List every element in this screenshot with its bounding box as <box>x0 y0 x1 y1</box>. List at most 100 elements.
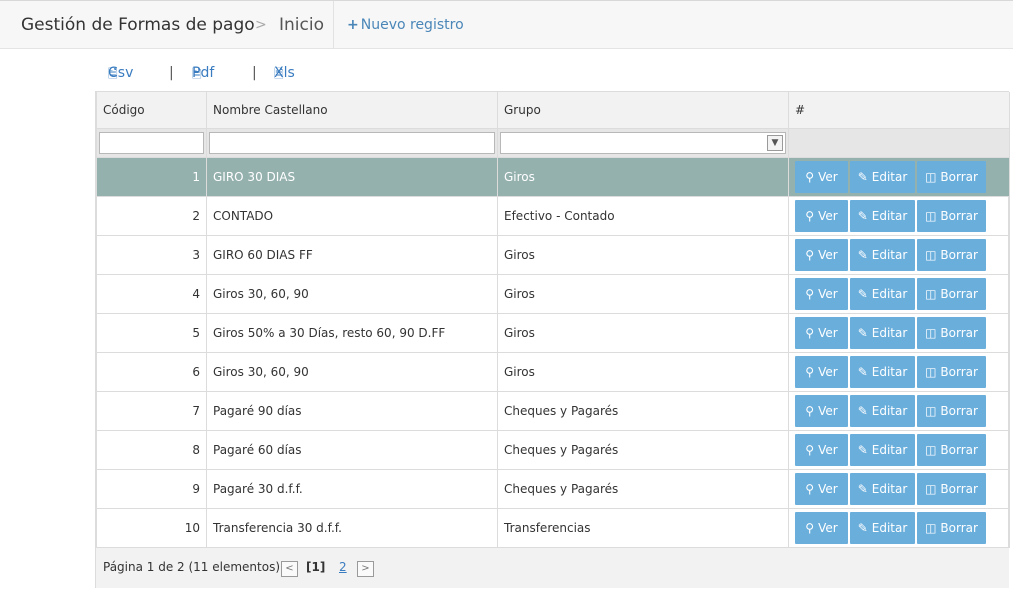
search-icon: ⚲ <box>805 520 815 535</box>
cell-codigo: 5 <box>96 312 207 353</box>
view-label: Ver <box>818 286 838 301</box>
edit-button[interactable]: ✎ Editar <box>850 199 915 232</box>
edit-label: Editar <box>871 247 908 262</box>
view-label: Ver <box>818 169 838 184</box>
table-row[interactable]: 8 Pagaré 60 días Cheques y Pagarés ⚲ Ver ✎ Edi… <box>96 429 1010 470</box>
view-button[interactable]: ⚲ Ver <box>795 160 848 193</box>
header-row: Código Nombre Castellano Grupo # <box>96 92 1010 129</box>
edit-button[interactable]: ✎ Editar <box>850 472 915 505</box>
edit-button[interactable]: ✎ Editar <box>850 394 915 427</box>
filter-grupo-select[interactable]: ▼ <box>500 131 786 154</box>
trash-icon: ◫ <box>925 481 937 496</box>
plus-icon: + <box>347 17 359 33</box>
delete-button[interactable]: ◫ Borrar <box>917 355 986 388</box>
chevron-down-icon[interactable]: ▼ <box>767 134 783 151</box>
cell-codigo: 1 <box>96 156 207 197</box>
edit-label: Editar <box>871 364 908 379</box>
delete-button[interactable]: ◫ Borrar <box>917 394 986 427</box>
search-icon: ⚲ <box>805 247 815 262</box>
edit-button[interactable]: ✎ Editar <box>850 355 915 388</box>
trash-icon: ◫ <box>925 520 937 535</box>
table-row[interactable]: 10 Transferencia 30 d.f.f. Transferencias ⚲… <box>96 507 1010 548</box>
view-button[interactable]: ⚲ Ver <box>795 394 848 427</box>
table-row[interactable]: 6 Giros 30, 60, 90 Giros ⚲ Ver ✎ Editar ◫ Borrar <box>96 351 1010 392</box>
column-header-nombre[interactable]: Nombre Castellano <box>206 92 498 129</box>
view-button[interactable]: ⚲ Ver <box>795 199 848 232</box>
search-icon: ⚲ <box>805 208 815 223</box>
view-button[interactable]: ⚲ Ver <box>795 433 848 466</box>
edit-label: Editar <box>871 403 908 418</box>
edit-label: Editar <box>871 442 908 457</box>
filter-codigo-input[interactable] <box>99 131 204 154</box>
cell-grupo: Cheques y Pagarés <box>497 468 789 509</box>
column-header-actions: # <box>788 92 1010 129</box>
delete-button[interactable]: ◫ Borrar <box>917 433 986 466</box>
export-csv-label: Csv <box>108 65 134 81</box>
edit-button[interactable]: ✎ Editar <box>850 277 915 310</box>
table-row[interactable]: 3 GIRO 60 DIAS FF Giros ⚲ Ver ✎ Editar ◫ Borrar <box>96 234 1010 275</box>
table-row[interactable]: 1 GIRO 30 DIAS Giros ⚲ Ver ✎ Editar ◫ Borrar <box>96 156 1010 197</box>
column-header-codigo[interactable]: Código <box>96 92 207 129</box>
cell-nombre: CONTADO <box>206 195 498 236</box>
pencil-icon: ✎ <box>857 325 868 340</box>
cell-codigo: 4 <box>96 273 207 314</box>
delete-label: Borrar <box>940 169 978 184</box>
view-label: Ver <box>818 325 838 340</box>
delete-label: Borrar <box>940 325 978 340</box>
cell-grupo: Transferencias <box>497 507 789 548</box>
breadcrumb-inicio[interactable]: Inicio <box>279 15 324 35</box>
cell-actions: ⚲ Ver ✎ Editar ◫ Borrar <box>788 390 1010 431</box>
edit-label: Editar <box>871 169 908 184</box>
view-button[interactable]: ⚲ Ver <box>795 277 848 310</box>
delete-button[interactable]: ◫ Borrar <box>917 238 986 271</box>
filter-cell-codigo <box>96 127 207 158</box>
breadcrumb-separator: > <box>255 17 267 33</box>
trash-icon: ◫ <box>925 208 937 223</box>
edit-label: Editar <box>871 208 908 223</box>
edit-label: Editar <box>871 481 908 496</box>
edit-button[interactable]: ✎ Editar <box>850 511 915 544</box>
cell-nombre: Giros 30, 60, 90 <box>206 351 498 392</box>
pencil-icon: ✎ <box>857 481 868 496</box>
pagination-bar: Página 1 de 2 (11 elementos) < [1] 2 > <box>96 547 1009 588</box>
cell-actions: ⚲ Ver ✎ Editar ◫ Borrar <box>788 468 1010 509</box>
page-2-link[interactable]: 2 <box>339 560 347 574</box>
cell-nombre: Pagaré 90 días <box>206 390 498 431</box>
trash-icon: ◫ <box>925 247 937 262</box>
pagination-info: Página 1 de 2 (11 elementos) <box>103 560 281 574</box>
view-button[interactable]: ⚲ Ver <box>795 511 848 544</box>
table-row[interactable]: 4 Giros 30, 60, 90 Giros ⚲ Ver ✎ Editar ◫ Borrar <box>96 273 1010 314</box>
delete-button[interactable]: ◫ Borrar <box>917 160 986 193</box>
edit-button[interactable]: ✎ Editar <box>850 238 915 271</box>
edit-button[interactable]: ✎ Editar <box>850 316 915 349</box>
column-header-grupo[interactable]: Grupo <box>497 92 789 129</box>
edit-button[interactable]: ✎ Editar <box>850 433 915 466</box>
delete-button[interactable]: ◫ Borrar <box>917 511 986 544</box>
delete-button[interactable]: ◫ Borrar <box>917 316 986 349</box>
edit-label: Editar <box>871 286 908 301</box>
filter-nombre-input[interactable] <box>209 131 495 154</box>
delete-button[interactable]: ◫ Borrar <box>917 199 986 232</box>
table-row[interactable]: 5 Giros 50% a 30 Días, resto 60, 90 D.FF G… <box>96 312 1010 353</box>
table-row[interactable]: 7 Pagaré 90 días Cheques y Pagarés ⚲ Ver ✎ Edi… <box>96 390 1010 431</box>
search-icon: ⚲ <box>805 481 815 496</box>
view-button[interactable]: ⚲ Ver <box>795 472 848 505</box>
table-row[interactable]: 9 Pagaré 30 d.f.f. Cheques y Pagarés ⚲ Ver ✎ E… <box>96 468 1010 509</box>
edit-button[interactable]: ✎ Editar <box>850 160 915 193</box>
pencil-icon: ✎ <box>857 247 868 262</box>
view-button[interactable]: ⚲ Ver <box>795 355 848 388</box>
delete-label: Borrar <box>940 286 978 301</box>
delete-button[interactable]: ◫ Borrar <box>917 277 986 310</box>
view-label: Ver <box>818 208 838 223</box>
new-record-button[interactable]: + Nuevo registro <box>347 17 464 33</box>
search-icon: ⚲ <box>805 364 815 379</box>
filter-cell-grupo: ▼ <box>497 127 789 158</box>
table-row[interactable]: 2 CONTADO Efectivo - Contado ⚲ Ver ✎ Editar ◫ Bo… <box>96 195 1010 236</box>
view-button[interactable]: ⚲ Ver <box>795 316 848 349</box>
next-page-button[interactable]: > <box>357 561 374 577</box>
prev-page-button[interactable]: < <box>281 561 298 577</box>
delete-button[interactable]: ◫ Borrar <box>917 472 986 505</box>
cell-codigo: 8 <box>96 429 207 470</box>
cell-nombre: Giros 30, 60, 90 <box>206 273 498 314</box>
view-button[interactable]: ⚲ Ver <box>795 238 848 271</box>
